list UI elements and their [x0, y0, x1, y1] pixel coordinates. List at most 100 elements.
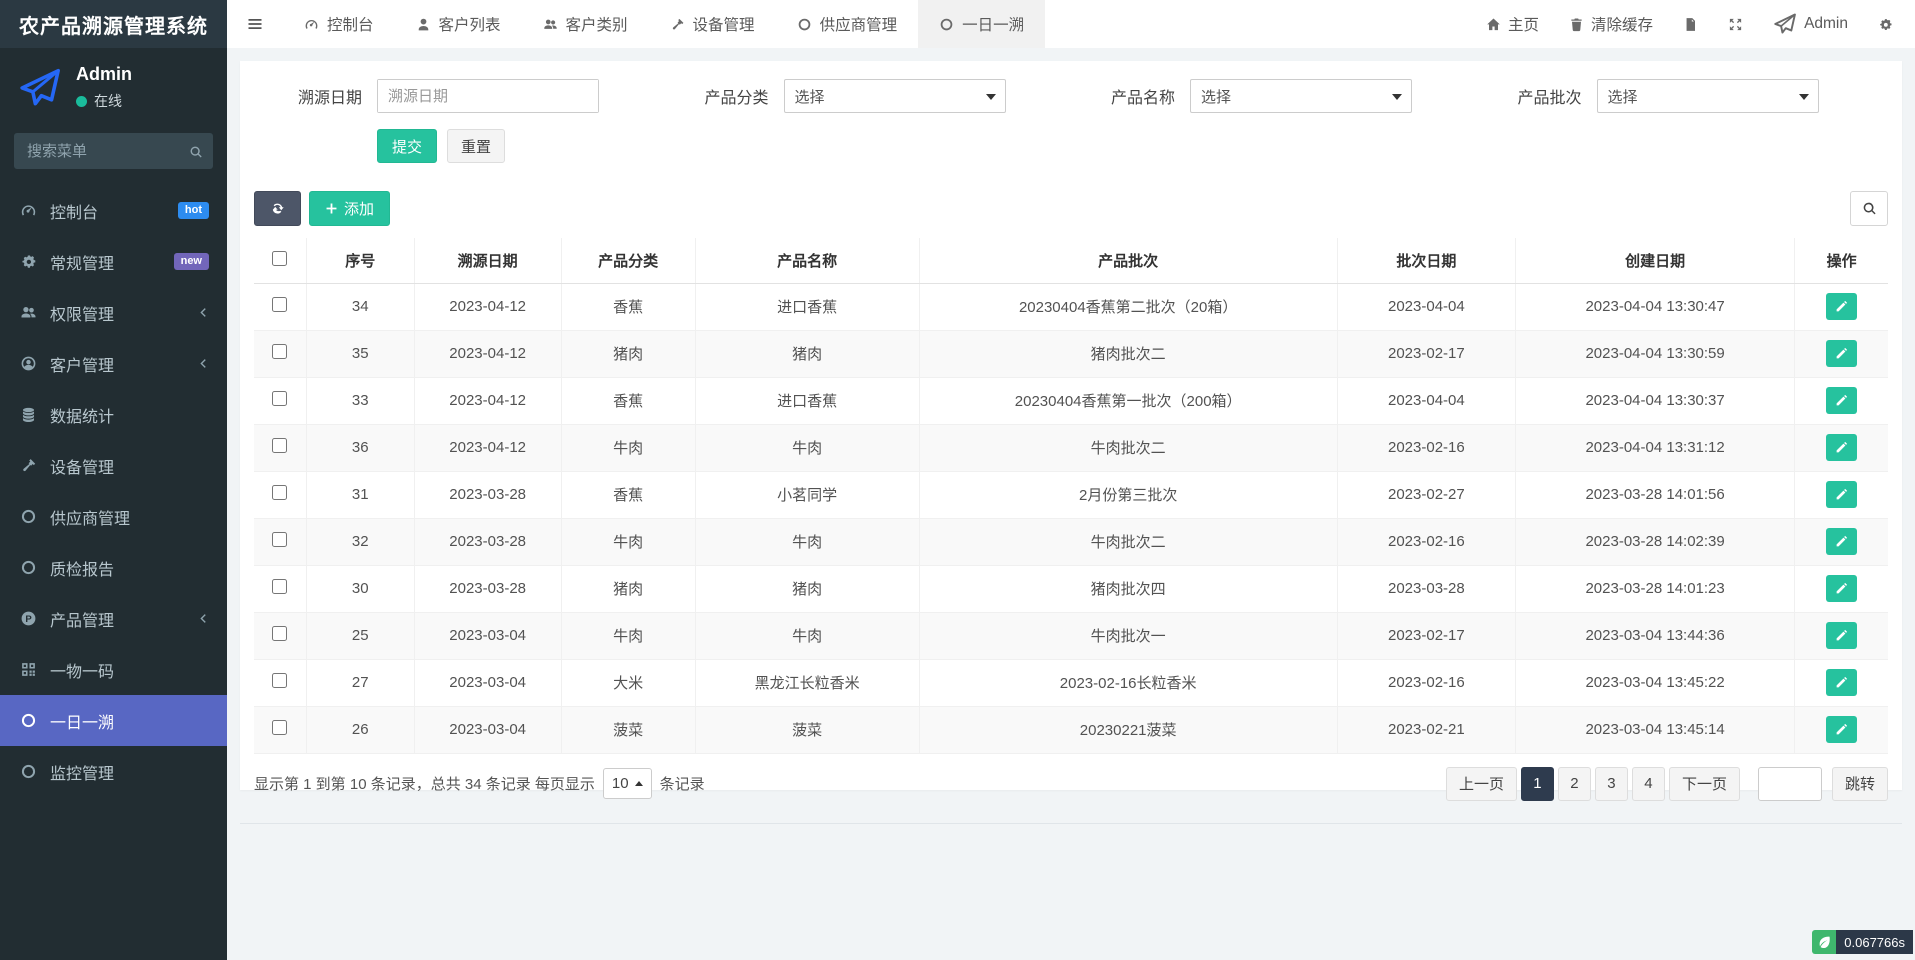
cell-batch-date: 2023-02-16	[1337, 659, 1515, 706]
edit-button[interactable]	[1826, 669, 1857, 696]
col-name: 产品名称	[695, 238, 919, 283]
menu-search-input[interactable]	[14, 133, 213, 169]
tab-customer-category[interactable]: 客户类别	[522, 0, 649, 48]
p-circle-icon	[20, 610, 37, 627]
sidebar-item-supplier[interactable]: 供应商管理	[0, 491, 227, 542]
pencil-icon	[1835, 535, 1848, 548]
edit-button[interactable]	[1826, 528, 1857, 555]
sidebar-item-inspection[interactable]: 质检报告	[0, 542, 227, 593]
product-name-select[interactable]: 选择	[1190, 79, 1412, 113]
user-profile: Admin 在线	[0, 48, 227, 123]
row-checkbox[interactable]	[272, 579, 287, 594]
fullscreen-button[interactable]	[1728, 17, 1743, 32]
cell-seq: 25	[306, 612, 414, 659]
row-checkbox[interactable]	[272, 485, 287, 500]
jump-button[interactable]: 跳转	[1832, 767, 1888, 801]
edit-button[interactable]	[1826, 434, 1857, 461]
edit-button[interactable]	[1826, 575, 1857, 602]
table-row: 32 2023-03-28 牛肉 牛肉 牛肉批次二 2023-02-16 202…	[254, 518, 1888, 565]
submit-button[interactable]: 提交	[377, 129, 437, 163]
cell-name: 牛肉	[695, 424, 919, 471]
cell-seq: 34	[306, 283, 414, 330]
pencil-icon	[1835, 582, 1848, 595]
edit-button[interactable]	[1826, 622, 1857, 649]
settings-button[interactable]	[1878, 17, 1893, 32]
page-size-select[interactable]: 10	[603, 768, 652, 799]
page-button-1[interactable]: 1	[1521, 767, 1554, 801]
sidebar: 农产品溯源管理系统 Admin 在线 控制台hot 常规管理new 权限管理 客…	[0, 0, 227, 960]
row-checkbox[interactable]	[272, 532, 287, 547]
row-checkbox[interactable]	[272, 297, 287, 312]
row-checkbox[interactable]	[272, 720, 287, 735]
edit-button[interactable]	[1826, 387, 1857, 414]
sidebar-item-dashboard[interactable]: 控制台hot	[0, 185, 227, 236]
cell-batch-date: 2023-02-17	[1337, 330, 1515, 377]
cell-seq: 33	[306, 377, 414, 424]
prev-page-button[interactable]: 上一页	[1446, 767, 1517, 801]
page-button-3[interactable]: 3	[1595, 767, 1628, 801]
table-row: 31 2023-03-28 香蕉 小茗同学 2月份第三批次 2023-02-27…	[254, 471, 1888, 518]
cell-batch-date: 2023-02-27	[1337, 471, 1515, 518]
tab-device[interactable]: 设备管理	[649, 0, 776, 48]
app-title: 农产品溯源管理系统	[0, 0, 227, 48]
edit-button[interactable]	[1826, 293, 1857, 320]
circle-o-icon	[20, 508, 37, 525]
edit-button[interactable]	[1826, 340, 1857, 367]
search-icon	[189, 143, 203, 160]
add-button[interactable]: 添加	[309, 191, 390, 226]
plus-icon	[325, 202, 338, 215]
sidebar-item-device[interactable]: 设备管理	[0, 440, 227, 491]
tab-customer-list[interactable]: 客户列表	[395, 0, 522, 48]
clear-cache-link[interactable]: 清除缓存	[1569, 13, 1653, 35]
sidebar-item-auth[interactable]: 权限管理	[0, 287, 227, 338]
pencil-icon	[1835, 676, 1848, 689]
filter-product-name: 产品名称 选择	[1063, 79, 1470, 113]
category-select[interactable]: 选择	[784, 79, 1006, 113]
pencil-icon	[1835, 441, 1848, 454]
trace-table: 序号 溯源日期 产品分类 产品名称 产品批次 批次日期 创建日期 操作	[254, 238, 1888, 754]
cell-batch-date: 2023-02-21	[1337, 706, 1515, 753]
edit-button[interactable]	[1826, 716, 1857, 743]
product-batch-select[interactable]: 选择	[1597, 79, 1819, 113]
hamburger-menu-icon[interactable]	[227, 0, 283, 48]
cell-category: 香蕉	[561, 283, 695, 330]
trace-date-input[interactable]	[378, 80, 598, 112]
sidebar-item-product[interactable]: 产品管理	[0, 593, 227, 644]
row-checkbox[interactable]	[272, 626, 287, 641]
edit-button[interactable]	[1826, 481, 1857, 508]
table-search-toggle-button[interactable]	[1850, 191, 1888, 226]
sidebar-item-customer[interactable]: 客户管理	[0, 338, 227, 389]
reset-button[interactable]: 重置	[447, 129, 505, 163]
cell-created: 2023-04-04 13:31:12	[1515, 424, 1794, 471]
tab-dashboard[interactable]: 控制台	[283, 0, 395, 48]
row-checkbox[interactable]	[272, 673, 287, 688]
cell-seq: 26	[306, 706, 414, 753]
jump-page-input[interactable]	[1758, 767, 1822, 801]
row-checkbox[interactable]	[272, 391, 287, 406]
refresh-button[interactable]	[254, 191, 301, 226]
table-header-row: 序号 溯源日期 产品分类 产品名称 产品批次 批次日期 创建日期 操作	[254, 238, 1888, 283]
tab-daily-trace[interactable]: 一日一溯	[918, 0, 1045, 48]
sidebar-item-statistics[interactable]: 数据统计	[0, 389, 227, 440]
sidebar-item-daily-trace[interactable]: 一日一溯	[0, 695, 227, 746]
sidebar-item-monitor[interactable]: 监控管理	[0, 746, 227, 797]
next-page-button[interactable]: 下一页	[1669, 767, 1740, 801]
cell-seq: 36	[306, 424, 414, 471]
user-menu[interactable]: Admin	[1773, 12, 1848, 36]
table-body: 34 2023-04-12 香蕉 进口香蕉 20230404香蕉第二批次（20箱…	[254, 283, 1888, 753]
file-button[interactable]	[1683, 17, 1698, 32]
page-button-2[interactable]: 2	[1558, 767, 1591, 801]
circle-o-icon	[20, 559, 37, 576]
runtime-value: 0.067766s	[1836, 930, 1913, 954]
home-link[interactable]: 主页	[1486, 13, 1539, 35]
row-checkbox[interactable]	[272, 344, 287, 359]
leaf-icon	[1812, 930, 1836, 954]
select-all-checkbox[interactable]	[272, 251, 287, 266]
cell-trace-date: 2023-03-04	[414, 612, 561, 659]
page-button-4[interactable]: 4	[1632, 767, 1665, 801]
row-checkbox[interactable]	[272, 438, 287, 453]
sidebar-item-onecode[interactable]: 一物一码	[0, 644, 227, 695]
sidebar-menu: 控制台hot 常规管理new 权限管理 客户管理 数据统计 设备管理 供应商管理…	[0, 185, 227, 797]
tab-supplier[interactable]: 供应商管理	[776, 0, 919, 48]
sidebar-item-general[interactable]: 常规管理new	[0, 236, 227, 287]
